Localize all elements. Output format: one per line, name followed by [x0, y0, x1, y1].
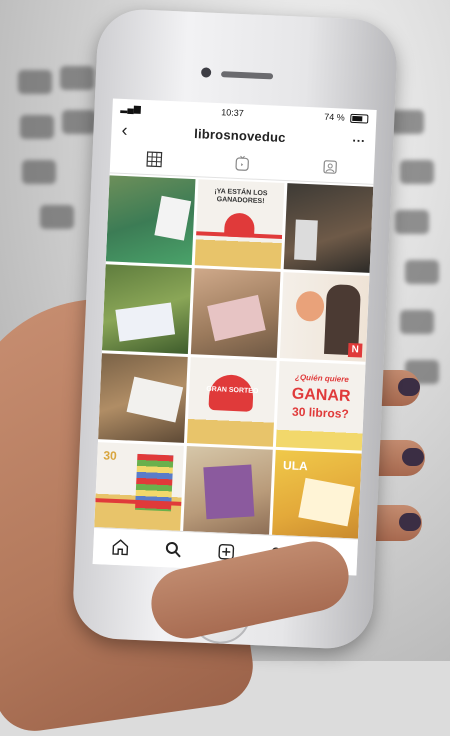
smartphone: ▂▄▆ 10:37 74 % ‹ librosnoveduc ···	[71, 8, 398, 650]
post-thumbnail[interactable]	[102, 264, 192, 354]
post-thumbnail[interactable]	[106, 175, 196, 265]
tv-icon[interactable]	[234, 155, 251, 172]
post-thumbnail[interactable]	[98, 353, 188, 443]
tagged-icon[interactable]	[322, 159, 339, 176]
post-thumbnail[interactable]: ULA	[272, 450, 362, 540]
post-thumbnail[interactable]: 30	[94, 442, 184, 532]
phone-screen: ▂▄▆ 10:37 74 % ‹ librosnoveduc ···	[93, 98, 377, 575]
status-time: 10:37	[221, 107, 244, 118]
battery-icon	[350, 114, 368, 124]
back-icon[interactable]: ‹	[121, 119, 128, 140]
search-icon[interactable]	[164, 540, 183, 559]
battery-percent: 74 %	[324, 112, 345, 123]
post-grid: ¡YA ESTÁN LOS GANADORES! N	[94, 173, 373, 539]
post-thumbnail[interactable]: ¿Quién quiere GANAR 30 libros?	[276, 361, 366, 451]
more-options-icon[interactable]: ···	[352, 132, 366, 148]
post-thumbnail[interactable]: GRAN SORTEO	[187, 357, 277, 447]
fingernail	[402, 448, 424, 466]
profile-username: librosnoveduc	[194, 126, 286, 145]
post-title: GRAN SORTEO	[193, 385, 271, 396]
post-title-line-2: GANAR	[282, 385, 361, 406]
post-thumbnail[interactable]	[284, 183, 374, 273]
post-thumbnail[interactable]	[191, 268, 281, 358]
post-label: ULA	[283, 458, 308, 473]
fingernail	[398, 378, 420, 396]
home-icon[interactable]	[111, 538, 130, 557]
post-thumbnail[interactable]: ¡YA ESTÁN LOS GANADORES!	[195, 179, 285, 269]
battery-indicator: 74 %	[324, 112, 368, 124]
anniversary-badge: 30	[103, 448, 117, 463]
brand-badge: N	[348, 343, 363, 358]
post-thumbnail[interactable]: N	[280, 272, 370, 362]
grid-icon[interactable]	[146, 151, 163, 168]
fingernail	[399, 513, 421, 531]
post-title-line-1: ¿Quién quiere	[283, 373, 361, 385]
post-title-line-3: 30 libros?	[281, 405, 360, 422]
signal-icon: ▂▄▆	[120, 102, 141, 114]
earpiece-speaker	[221, 71, 273, 79]
post-thumbnail[interactable]	[183, 446, 273, 536]
front-camera	[201, 67, 211, 77]
post-title: ¡YA ESTÁN LOS GANADORES!	[201, 187, 280, 206]
